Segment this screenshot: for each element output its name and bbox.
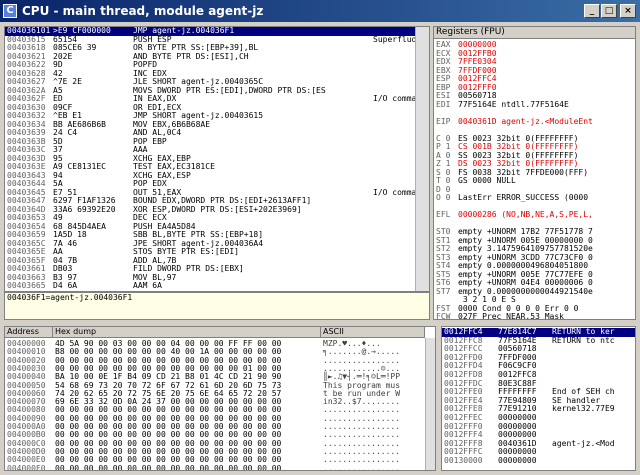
stack-comment: agent-jz.<Mod: [552, 438, 615, 448]
register-name: EDI: [436, 99, 451, 109]
register-value: 027F Prec NEAR,53 Mask: [458, 312, 564, 320]
disasm-row[interactable]: 00403622 9D POPFD: [5, 60, 429, 70]
disasm-row[interactable]: 0040362A A5 MOVS DWORD PTR ES:[EDI],DWORD …: [5, 86, 429, 96]
register-value: GS 0000 NULL: [458, 176, 516, 185]
register-name: FCW: [436, 312, 451, 320]
stack-value: 00000000: [498, 456, 537, 465]
dump-address: 004000F0: [7, 463, 46, 471]
register-row[interactable]: EDI 77F5164E ntdll.77F5164E: [436, 99, 569, 110]
dump-address-header[interactable]: Address: [5, 327, 53, 338]
register-value: 77F5164E ntdll.77F5164E: [458, 99, 569, 109]
register-name: ST7: [436, 286, 451, 296]
registers-pane[interactable]: Registers (FPU) EAX 00000000 ECX 0012FFB0 ED…: [433, 26, 636, 320]
stack-address: 00130000: [444, 456, 483, 465]
window-title-bar[interactable]: C CPU - main thread, module agent-jz _ □…: [0, 0, 640, 22]
disasm-row[interactable]: 0040363B 5D POP EBP: [5, 137, 429, 147]
window-title: CPU - main thread, module agent-jz: [22, 4, 264, 18]
register-value: 00000286 (NO,NB,NE,A,S,PE,L,: [458, 210, 593, 219]
disasm-row[interactable]: 0040363C 37 AAA: [5, 145, 429, 155]
register-name: O 0: [436, 193, 451, 202]
register-name: EFL: [436, 210, 451, 219]
minimize-button[interactable]: _: [584, 4, 600, 18]
cpu-window-icon: C: [3, 4, 17, 18]
register-value: LastErr ERROR_SUCCESS (0000: [458, 193, 589, 202]
stack-pane[interactable]: 0012FFC4 77E814C7 RETURN to ker 0012FFC8 77F…: [441, 326, 636, 471]
disasm-row[interactable]: 00403639 24 C4 AND AL,0C4: [5, 128, 429, 138]
dump-scrollbar[interactable]: [425, 338, 435, 470]
stack-row[interactable]: 00130000 00000000: [442, 456, 635, 466]
register-row[interactable]: EFL 00000286 (NO,NB,NE,A,S,PE,L,: [436, 210, 593, 220]
disasm-row[interactable]: 0040363E A9 CE8131EC TEST EAX,EC3181CE: [5, 162, 429, 172]
info-pane: 004036F1=agent-jz.004036F1: [4, 292, 430, 320]
dump-hex: 00 00 00 00 00 00 00 00 00 00 00 00 00 0…: [55, 463, 282, 471]
dump-hex-header[interactable]: Hex dump: [53, 327, 321, 338]
stack-comment: RETURN to ntc: [552, 335, 615, 345]
register-row[interactable]: FCW 027F Prec NEAR,53 Mask: [436, 312, 564, 320]
disasm-row[interactable]: 00403643 94 XCHG EAX,ESP: [5, 171, 429, 181]
register-row[interactable]: O 0 LastErr ERROR_SUCCESS (0000: [436, 193, 589, 203]
register-row[interactable]: EIP 0040361D agent-jz.<ModuleEnt: [436, 116, 593, 127]
maximize-button[interactable]: □: [601, 4, 617, 18]
disasm-row[interactable]: 0040364D 33A6 69392E20 XOR ESP,DWORD PTR D…: [5, 205, 429, 215]
stack-comment: kernel32.77E9: [552, 404, 615, 414]
info-text: 004036F1=agent-jz.004036F1: [7, 293, 133, 302]
register-name: EIP: [436, 116, 451, 126]
register-value: 0040361D agent-jz.<ModuleEnt: [458, 116, 593, 126]
disassembly-scrollbar[interactable]: [415, 27, 429, 291]
dump-ascii: ................: [323, 463, 401, 471]
close-button[interactable]: ×: [620, 4, 636, 18]
hex-dump-pane[interactable]: Address Hex dump ASCII 00400000 4D 5A 90 …: [4, 326, 436, 471]
disassembly-pane[interactable]: 004036101 >E9 CF000000 JMP agent-jz.004036…: [4, 26, 430, 292]
disasm-row[interactable]: 00403621 202E AND BYTE PTR DS:[ESI],CH: [5, 52, 429, 62]
dump-ascii-header[interactable]: ASCII: [321, 327, 425, 338]
disassembly-list: 004036101 >E9 CF000000 JMP agent-jz.004036…: [5, 27, 429, 291]
registers-header[interactable]: Registers (FPU): [434, 27, 635, 39]
